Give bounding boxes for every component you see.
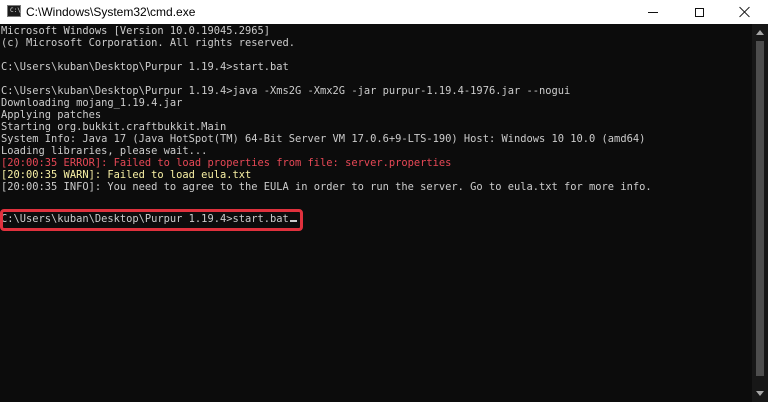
title-bar[interactable]: C:\ C:\Windows\System32\cmd.exe <box>0 0 768 25</box>
scroll-thumb[interactable] <box>756 41 764 376</box>
console-line: System Info: Java 17 (Java HotSpot(TM) 6… <box>1 133 646 145</box>
console-line: Downloading mojang_1.19.4.jar <box>1 97 183 109</box>
maximize-button[interactable] <box>676 0 722 24</box>
console-line-warn: [20:00:35 WARN]: Failed to load eula.txt <box>1 169 252 181</box>
console-line-error: [20:00:35 ERROR]: Failed to load propert… <box>1 157 452 169</box>
minimize-icon <box>648 11 658 13</box>
window-title: C:\Windows\System32\cmd.exe <box>26 5 196 19</box>
console-line: Starting org.bukkit.craftbukkit.Main <box>1 121 227 133</box>
cmd-window: C:\ C:\Windows\System32\cmd.exe Microsof… <box>0 0 768 402</box>
cmd-app-icon-text: C:\ <box>10 7 21 14</box>
console-line: C:\Users\kuban\Desktop\Purpur 1.19.4>sta… <box>1 61 289 73</box>
console-line: [20:00:35 INFO]: You need to agree to th… <box>1 181 652 193</box>
close-icon <box>739 6 751 18</box>
highlight-annotation-box <box>0 209 303 231</box>
console-line: Loading libraries, please wait... <box>1 145 208 157</box>
console-line: Applying patches <box>1 109 102 121</box>
console-line: (c) Microsoft Corporation. All rights re… <box>1 37 296 49</box>
scroll-down-arrow-icon[interactable] <box>756 391 764 396</box>
console-line: Microsoft Windows [Version 10.0.19045.29… <box>1 25 270 37</box>
close-button[interactable] <box>722 0 768 24</box>
vertical-scrollbar[interactable] <box>752 24 768 402</box>
maximize-icon <box>694 7 704 17</box>
cmd-app-icon: C:\ <box>7 5 21 17</box>
console-line: C:\Users\kuban\Desktop\Purpur 1.19.4>jav… <box>1 85 571 97</box>
scroll-up-arrow-icon[interactable] <box>756 30 764 35</box>
minimize-button[interactable] <box>630 0 676 24</box>
